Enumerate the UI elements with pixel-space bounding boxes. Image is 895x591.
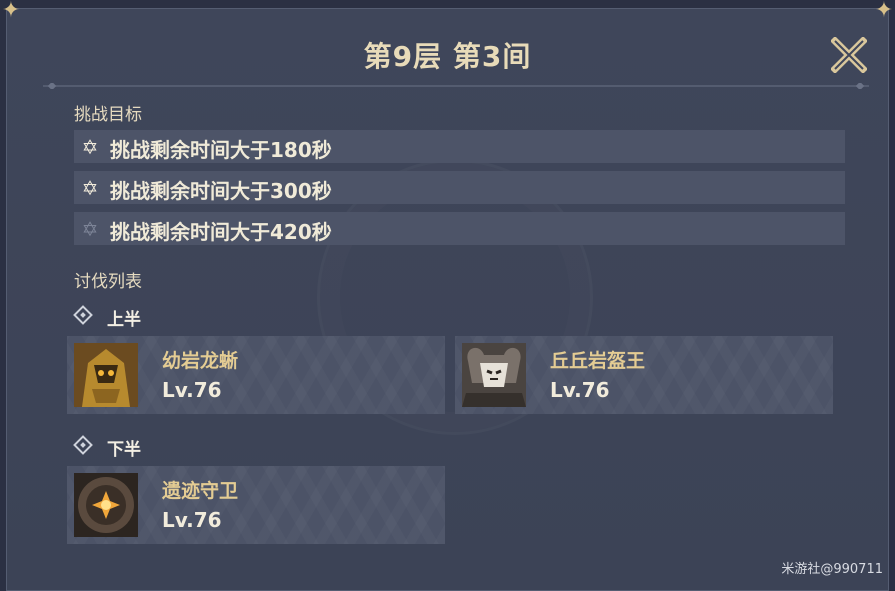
goal-row: ✡ 挑战剩余时间大于420秒 bbox=[74, 212, 845, 245]
enemy-name: 遗迹守卫 bbox=[162, 480, 239, 502]
star-icon: ✡ bbox=[81, 176, 99, 200]
first-half-label: 上半 bbox=[107, 310, 141, 330]
star-icon: ✡ bbox=[81, 135, 99, 159]
goal-text: 挑战剩余时间大于300秒 bbox=[110, 179, 332, 203]
corner-star-icon: ✦ bbox=[1, 0, 21, 23]
enemy-level: Lv.76 bbox=[162, 508, 222, 532]
goal-text: 挑战剩余时间大于420秒 bbox=[110, 220, 332, 244]
diamond-icon bbox=[73, 435, 93, 455]
enemy-level: Lv.76 bbox=[162, 378, 222, 402]
enemy-level: Lv.76 bbox=[550, 378, 610, 402]
close-icon[interactable] bbox=[831, 37, 867, 73]
lizard-portrait-icon bbox=[74, 343, 138, 407]
abyss-chamber-panel: 第9层 第3间 挑战目标 ✡ 挑战剩余时间大于180秒 ✡ 挑战剩余时间大于30… bbox=[6, 8, 889, 591]
enemy-card[interactable]: 幼岩龙蜥 Lv.76 bbox=[67, 336, 445, 414]
enemy-name: 幼岩龙蜥 bbox=[162, 350, 239, 372]
goals-label: 挑战目标 bbox=[74, 105, 142, 125]
goal-row: ✡ 挑战剩余时间大于180秒 bbox=[74, 130, 845, 163]
diamond-icon bbox=[73, 305, 93, 325]
enemy-card[interactable]: 丘丘岩盔王 Lv.76 bbox=[455, 336, 833, 414]
enemies-label: 讨伐列表 bbox=[74, 272, 142, 292]
enemy-card[interactable]: 遗迹守卫 Lv.76 bbox=[67, 466, 445, 544]
page-title: 第9层 第3间 bbox=[363, 40, 532, 73]
header-divider bbox=[43, 83, 869, 89]
second-half-label: 下半 bbox=[107, 440, 141, 460]
enemy-name: 丘丘岩盔王 bbox=[550, 350, 646, 372]
watermark-credit: 米游社@990711 bbox=[781, 562, 883, 577]
star-icon: ✡ bbox=[81, 217, 99, 241]
corner-star-icon: ✦ bbox=[874, 0, 894, 23]
goal-text: 挑战剩余时间大于180秒 bbox=[110, 138, 332, 162]
lawachurl-portrait-icon bbox=[462, 343, 526, 407]
ruin-guard-portrait-icon bbox=[74, 473, 138, 537]
goal-row: ✡ 挑战剩余时间大于300秒 bbox=[74, 171, 845, 204]
